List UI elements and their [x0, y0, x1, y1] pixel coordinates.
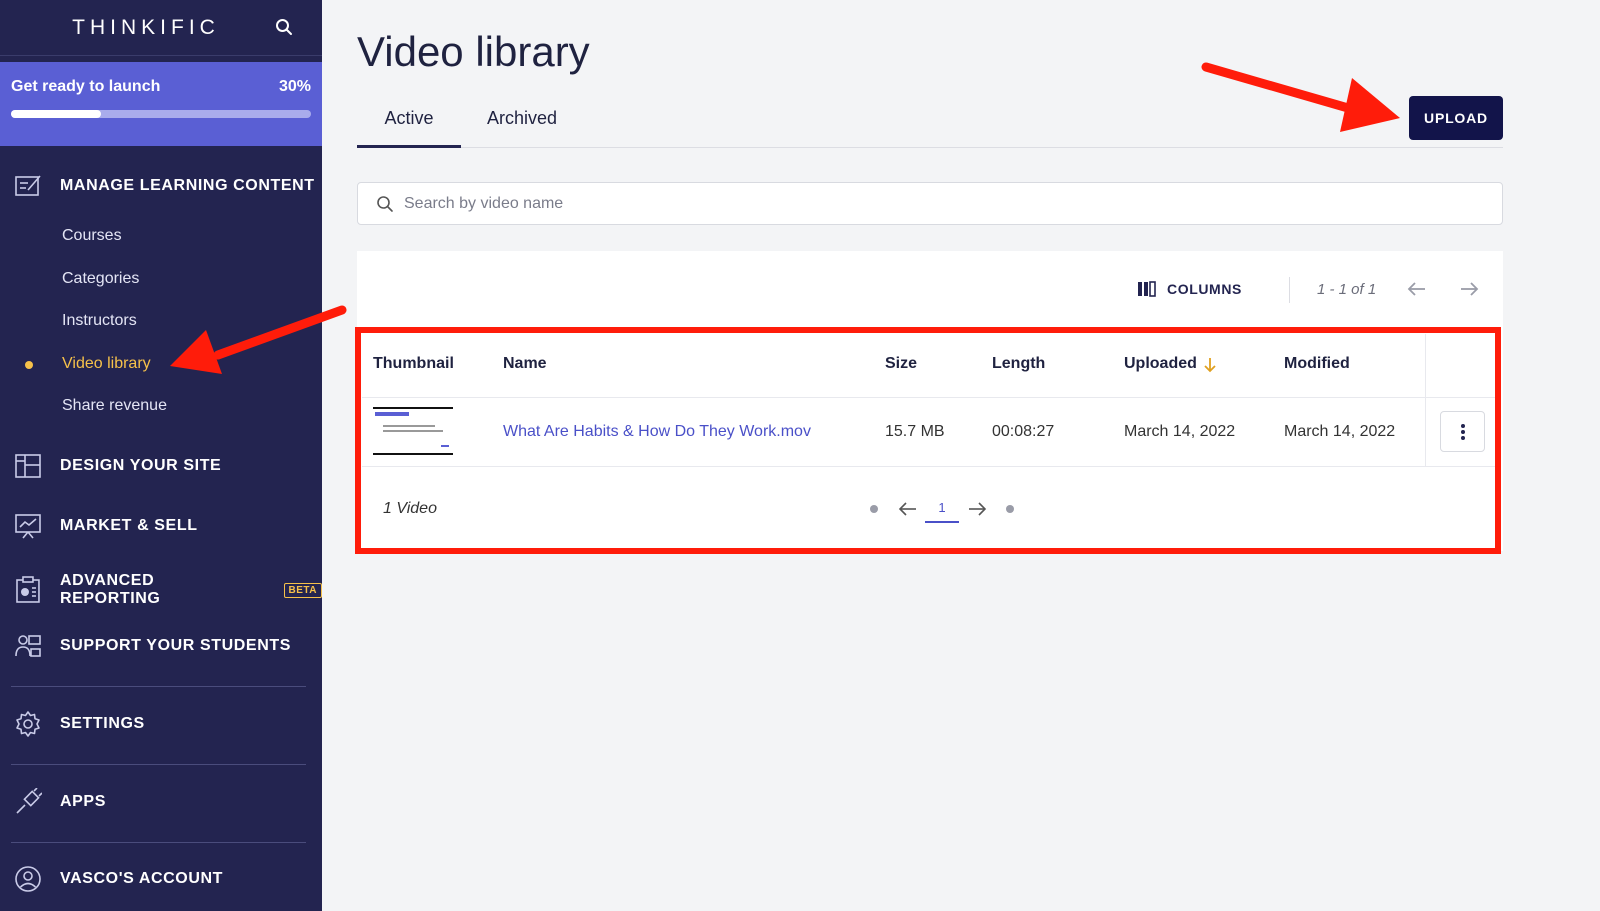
nav-support-your-students[interactable]: SUPPORT YOUR STUDENTS — [0, 632, 322, 660]
launch-label: Get ready to launch — [11, 78, 161, 95]
launch-percent: 30% — [278, 78, 311, 95]
beta-badge: BETA — [283, 582, 322, 598]
brand-header: THINKIFIC — [0, 0, 322, 56]
nav-settings[interactable]: SETTINGS — [0, 710, 322, 738]
nav-label: VASCO'S ACCOUNT — [60, 870, 224, 887]
columns-label: COLUMNS — [1167, 281, 1242, 297]
nav-design-your-site[interactable]: DESIGN YOUR SITE — [0, 452, 322, 480]
sidebar-item-courses[interactable]: Courses — [62, 227, 122, 245]
page-title: Video library — [357, 28, 590, 75]
launch-progress-fill — [11, 110, 101, 118]
nav-label: APPS — [60, 793, 106, 810]
sidebar-item-share-revenue[interactable]: Share revenue — [62, 397, 167, 415]
tab-active[interactable]: Active — [357, 100, 461, 148]
sidebar-divider — [11, 764, 306, 765]
sidebar-item-video-library[interactable]: Video library — [62, 355, 151, 373]
sidebar-divider — [11, 842, 306, 843]
nav-market-and-sell[interactable]: MARKET & SELL — [0, 512, 322, 540]
arrow-right-icon[interactable] — [1457, 277, 1481, 301]
nav-label: ADVANCED REPORTING — [59, 572, 161, 607]
columns-button[interactable]: COLUMNS — [1137, 281, 1242, 297]
upload-button[interactable]: UPLOAD — [1409, 96, 1503, 140]
plug-icon — [16, 788, 42, 814]
students-icon — [15, 635, 41, 657]
tab-label: Active — [384, 108, 434, 128]
search-input[interactable] — [404, 194, 1304, 213]
report-icon — [16, 576, 40, 603]
tab-archived[interactable]: Archived — [487, 100, 577, 148]
sidebar-item-categories[interactable]: Categories — [62, 270, 139, 288]
active-indicator-dot — [25, 361, 33, 369]
tab-bar: Active Archived — [357, 100, 1503, 148]
sidebar-item-instructors[interactable]: Instructors — [62, 312, 137, 330]
nav-label: MARKET & SELL — [60, 517, 198, 534]
nav-manage-learning-content[interactable]: MANAGE LEARNING CONTENT — [0, 172, 322, 200]
nav-advanced-reporting[interactable]: ADVANCED REPORTING BETA — [0, 572, 322, 608]
nav-apps[interactable]: APPS — [0, 788, 322, 816]
edit-content-icon — [15, 175, 41, 196]
sidebar: THINKIFIC Get ready to launch 30% MANAGE… — [0, 0, 322, 911]
launch-progress-card[interactable]: Get ready to launch 30% — [0, 62, 322, 146]
nav-label: DESIGN YOUR SITE — [60, 457, 222, 474]
nav-label: MANAGE LEARNING CONTENT — [60, 177, 315, 194]
chart-board-icon — [15, 514, 41, 539]
layout-icon — [15, 454, 41, 478]
tab-label: Archived — [487, 108, 558, 128]
search-icon[interactable] — [274, 17, 294, 37]
annotation-highlight-box — [355, 327, 1501, 554]
search-bar — [357, 182, 1503, 225]
account-icon — [15, 866, 41, 892]
nav-label: SUPPORT YOUR STUDENTS — [60, 637, 291, 654]
gear-icon — [16, 711, 40, 737]
nav-account[interactable]: VASCO'S ACCOUNT — [0, 865, 322, 893]
launch-progress-bar — [11, 110, 311, 118]
pager-count: 1 - 1 of 1 — [1317, 281, 1377, 298]
sidebar-divider — [11, 686, 306, 687]
thinkific-logo[interactable]: THINKIFIC — [72, 16, 220, 40]
columns-icon — [1138, 281, 1156, 297]
toolbar-divider — [1289, 277, 1290, 303]
arrow-left-icon[interactable] — [1405, 277, 1429, 301]
nav-label: SETTINGS — [60, 715, 145, 732]
search-icon — [377, 195, 393, 212]
